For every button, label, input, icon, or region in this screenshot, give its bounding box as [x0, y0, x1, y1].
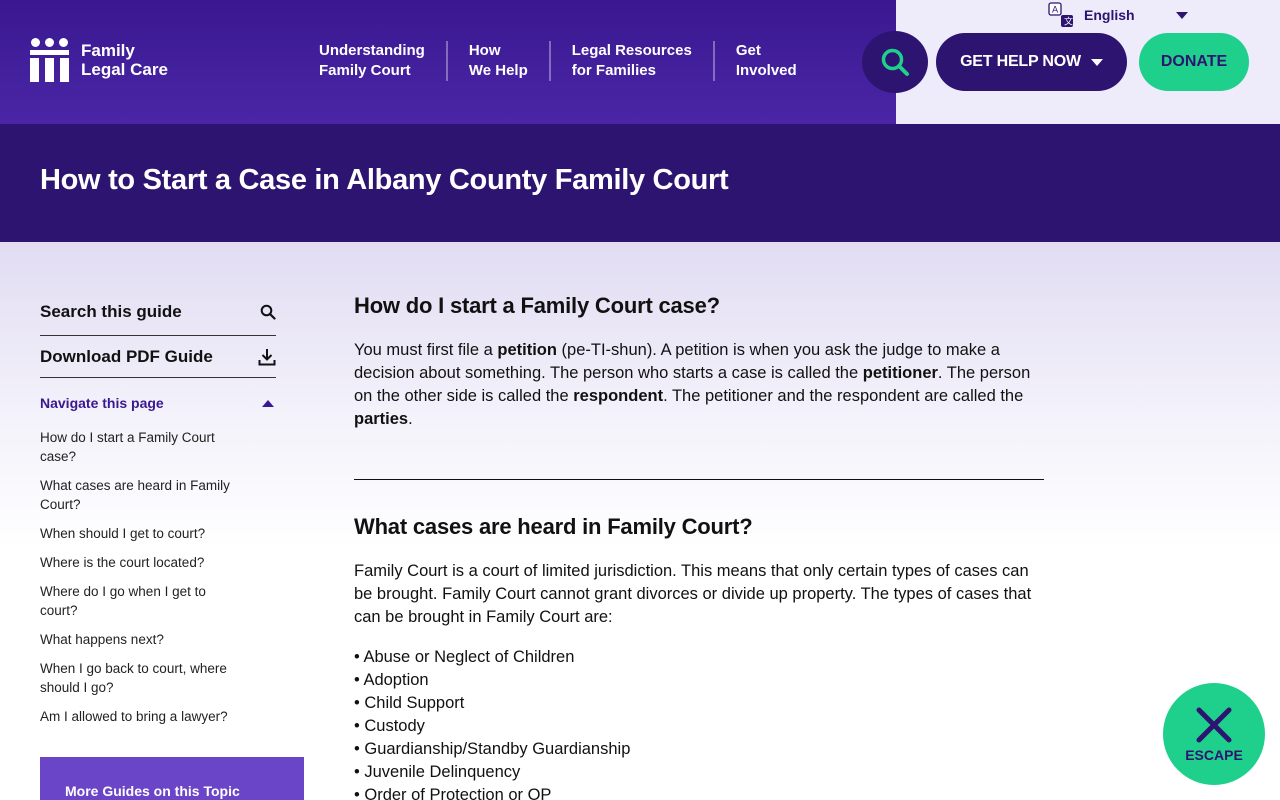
download-pdf-button[interactable]: Download PDF Guide: [40, 336, 276, 378]
donate-label: DONATE: [1160, 53, 1228, 70]
header-brand-area: Family Legal Care Understanding Family Co…: [0, 0, 896, 124]
search-icon: [881, 48, 909, 76]
toc-link[interactable]: When should I get to court?: [40, 524, 240, 543]
nav-get-involved[interactable]: Get Involved: [712, 41, 818, 81]
section-heading: How do I start a Family Court case?: [354, 293, 720, 318]
navigate-page-label: Navigate this page: [40, 395, 164, 411]
title-band: How to Start a Case in Albany County Fam…: [0, 124, 1280, 242]
more-guides-label: More Guides on this Topic: [65, 783, 240, 799]
site-search-button[interactable]: [862, 31, 928, 93]
section-divider: [354, 479, 1044, 480]
get-help-label: GET HELP NOW: [960, 53, 1081, 70]
chevron-down-icon: [1176, 11, 1188, 19]
list-item: • Abuse or Neglect of Children: [354, 648, 575, 666]
chevron-up-icon: [262, 399, 274, 407]
nav-understanding-family-court[interactable]: Understanding Family Court: [298, 41, 446, 81]
list-item: • Juvenile Delinquency: [354, 763, 521, 781]
section-heading: What cases are heard in Family Court?: [354, 514, 753, 539]
search-guide-button[interactable]: Search this guide: [40, 290, 276, 336]
page-toc: How do I start a Family Court case? What…: [40, 428, 276, 726]
search-guide-label: Search this guide: [40, 301, 182, 321]
toc-link[interactable]: How do I start a Family Court case?: [40, 428, 240, 466]
section-paragraph: Family Court is a court of limited juris…: [354, 562, 1032, 626]
nav-legal-resources[interactable]: Legal Resources for Families: [548, 41, 713, 81]
toc-link[interactable]: What happens next?: [40, 630, 240, 649]
main-nav: Understanding Family Court How We Help Leg…: [298, 41, 818, 81]
logo-icon: [30, 38, 70, 82]
logo[interactable]: Family Legal Care: [30, 38, 168, 82]
more-guides-panel[interactable]: More Guides on this Topic: [40, 757, 304, 800]
toc-link[interactable]: When I go back to court, where should I …: [40, 659, 240, 697]
list-item: • Order of Protection or OP: [354, 786, 552, 800]
close-icon: [1196, 707, 1232, 743]
sidebar: Search this guide Download PDF Guide Nav…: [40, 290, 276, 736]
logo-text: Family Legal Care: [81, 41, 168, 79]
donate-button[interactable]: DONATE: [1139, 33, 1249, 91]
list-item: • Guardianship/Standby Guardianship: [354, 740, 631, 758]
search-icon: [260, 304, 276, 320]
language-selector[interactable]: A 文 English: [1048, 2, 1188, 28]
download-icon: [258, 348, 276, 365]
toc-link[interactable]: Where do I go when I get to court?: [40, 582, 240, 620]
get-help-now-button[interactable]: GET HELP NOW: [936, 33, 1127, 91]
list-item: • Adoption: [354, 671, 429, 689]
navigate-page-toggle[interactable]: Navigate this page: [40, 395, 276, 411]
chevron-down-icon: [1090, 58, 1103, 66]
toc-link[interactable]: Am I allowed to bring a lawyer?: [40, 707, 240, 726]
escape-button[interactable]: ESCAPE: [1163, 683, 1265, 785]
download-pdf-label: Download PDF Guide: [40, 346, 213, 366]
list-item: • Custody: [354, 717, 425, 735]
list-item: • Child Support: [354, 694, 465, 712]
translate-icon: A 文: [1048, 2, 1073, 28]
page-title: How to Start a Case in Albany County Fam…: [40, 164, 729, 196]
section-paragraph: You must first file a petition (pe-TI-sh…: [354, 341, 1031, 428]
site-header: Family Legal Care Understanding Family Co…: [0, 0, 1280, 124]
main-content: How do I start a Family Court case? You …: [354, 293, 1044, 800]
case-types-list: • Abuse or Neglect of Children • Adoptio…: [354, 646, 1044, 800]
svg-text:A: A: [1052, 6, 1059, 16]
toc-link[interactable]: What cases are heard in Family Court?: [40, 476, 240, 514]
svg-text:文: 文: [1064, 16, 1073, 28]
nav-how-we-help[interactable]: How We Help: [445, 41, 549, 81]
language-label: English: [1084, 7, 1135, 23]
escape-label: ESCAPE: [1185, 747, 1243, 763]
toc-link[interactable]: Where is the court located?: [40, 553, 240, 572]
